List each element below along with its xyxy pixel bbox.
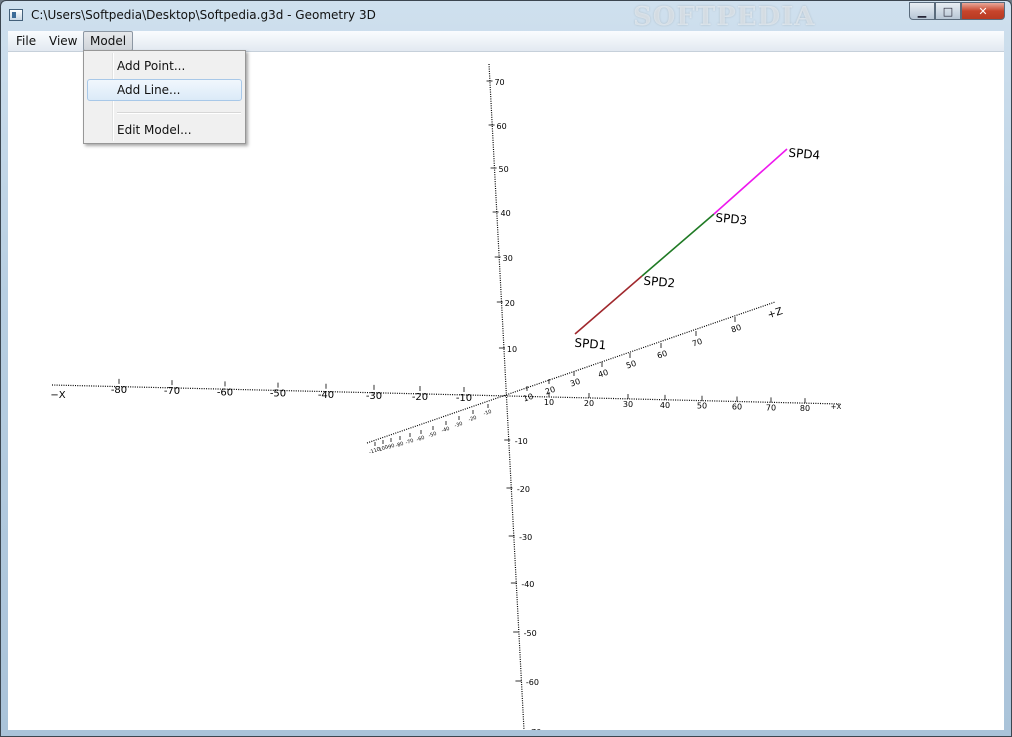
menu-item-add-line[interactable]: Add Line... bbox=[87, 79, 242, 101]
x-pos-tick-label: 10 bbox=[544, 398, 554, 407]
x-pos-tick-label: 30 bbox=[623, 400, 633, 409]
y-pos-tick-label: 10 bbox=[507, 345, 517, 354]
x-pos-tick-label: 50 bbox=[697, 402, 707, 411]
x-pos-axis-label: +X bbox=[831, 403, 842, 411]
segment-spd3-spd4[interactable] bbox=[713, 148, 788, 215]
softpedia-watermark: SOFTPEDIA bbox=[633, 2, 816, 32]
z-pos-tick-label: 10 bbox=[522, 392, 534, 404]
window-title: C:\Users\Softpedia\Desktop\Softpedia.g3d… bbox=[31, 8, 376, 22]
z-neg-tick-label: -40 bbox=[441, 426, 451, 434]
z-pos-tick-label: 50 bbox=[625, 359, 637, 371]
x-neg-axis-label: −X bbox=[50, 390, 65, 401]
app-icon[interactable] bbox=[9, 9, 23, 21]
y-pos-tick-label: 20 bbox=[505, 299, 515, 308]
point-label-spd1: SPD1 bbox=[574, 336, 607, 353]
menu-item-edit-model[interactable]: Edit Model... bbox=[87, 119, 242, 141]
segment-spd1-spd2[interactable] bbox=[574, 275, 643, 335]
app-window: C:\Users\Softpedia\Desktop\Softpedia.g3d… bbox=[0, 0, 1012, 737]
y-neg-tick-label: -70 bbox=[528, 728, 541, 730]
x-neg-tick-label: -70 bbox=[164, 386, 180, 397]
z-neg-tick-label: -110 bbox=[368, 446, 381, 456]
point-label-spd2: SPD2 bbox=[643, 274, 676, 291]
z-neg-tick-label: -80 bbox=[395, 441, 405, 449]
menu-separator bbox=[117, 112, 241, 114]
x-pos-tick-label: 80 bbox=[800, 404, 810, 413]
point-label-spd4: SPD4 bbox=[788, 146, 821, 163]
z-pos-tick-label: 80 bbox=[730, 323, 742, 335]
x-pos-tick-label: 60 bbox=[732, 403, 742, 412]
z-neg-tick-label: -60 bbox=[416, 435, 426, 443]
menu-view[interactable]: View bbox=[43, 31, 83, 51]
menu-file[interactable]: File bbox=[10, 31, 42, 51]
segment-spd2-spd3[interactable] bbox=[641, 213, 715, 277]
y-neg-tick-label: -40 bbox=[521, 580, 534, 589]
caption-buttons: ▁ □ ✕ bbox=[909, 2, 1005, 22]
y-neg-tick-label: -60 bbox=[526, 678, 539, 687]
close-button[interactable]: ✕ bbox=[961, 2, 1005, 20]
y-pos-tick-label: 50 bbox=[498, 165, 508, 174]
3d-viewport[interactable]: −X +X +Z -80 -70 -60 -50 -40 -30 -20 -10 10 20 30 40 50… bbox=[8, 52, 1004, 730]
y-neg-tick-label: -50 bbox=[524, 629, 537, 638]
y-neg-tick-label: -30 bbox=[519, 533, 532, 542]
model-dropdown-menu: Add Point... Add Line... Edit Model... bbox=[83, 50, 246, 144]
z-neg-tick-label: -50 bbox=[428, 431, 438, 439]
y-pos-tick-label: 70 bbox=[494, 78, 504, 87]
x-neg-tick-label: -60 bbox=[217, 387, 233, 398]
x-neg-tick-label: -50 bbox=[270, 389, 286, 400]
y-neg-tick-label: -20 bbox=[517, 485, 530, 494]
z-neg-tick-label: -10 bbox=[483, 409, 493, 417]
y-pos-tick-label: 60 bbox=[496, 122, 506, 131]
z-pos-tick-label: 60 bbox=[656, 349, 668, 361]
x-neg-tick-label: -10 bbox=[456, 393, 472, 404]
z-pos-tick-label: 30 bbox=[569, 377, 581, 389]
y-axis-line bbox=[488, 63, 525, 730]
z-pos-axis-label: +Z bbox=[766, 306, 784, 321]
title-bar[interactable]: C:\Users\Softpedia\Desktop\Softpedia.g3d… bbox=[1, 1, 1011, 32]
x-neg-tick-label: -20 bbox=[412, 392, 428, 403]
menu-bar: File View Model bbox=[8, 31, 1004, 52]
x-pos-tick-label: 20 bbox=[584, 399, 594, 408]
x-neg-tick-label: -40 bbox=[318, 390, 334, 401]
z-axis-line bbox=[366, 301, 776, 444]
minimize-button[interactable]: ▁ bbox=[909, 2, 935, 20]
z-neg-tick-label: -20 bbox=[468, 415, 478, 423]
z-pos-tick-label: 20 bbox=[544, 385, 556, 397]
y-pos-tick-label: 30 bbox=[503, 254, 513, 263]
menu-model[interactable]: Model bbox=[83, 31, 134, 51]
z-pos-tick-label: 40 bbox=[597, 368, 609, 380]
x-neg-tick-label: -80 bbox=[111, 385, 127, 396]
z-neg-tick-label: -70 bbox=[405, 438, 415, 446]
scene-svg: −X+X+Z-80 -70 -60 -50 -40 -30 -20 -10 10 20 30 40 50… bbox=[50, 63, 842, 730]
maximize-button[interactable]: □ bbox=[935, 2, 961, 20]
x-pos-tick-label: 40 bbox=[660, 401, 670, 410]
x-pos-tick-label: 70 bbox=[766, 403, 776, 412]
menu-item-add-point[interactable]: Add Point... bbox=[87, 55, 242, 77]
z-pos-tick-label: 70 bbox=[691, 337, 703, 349]
point-label-spd3: SPD3 bbox=[715, 211, 748, 228]
z-neg-tick-label: -30 bbox=[454, 421, 464, 429]
y-pos-tick-label: 40 bbox=[501, 209, 511, 218]
y-neg-tick-label: -10 bbox=[515, 437, 528, 446]
x-neg-tick-label: -30 bbox=[366, 391, 382, 402]
